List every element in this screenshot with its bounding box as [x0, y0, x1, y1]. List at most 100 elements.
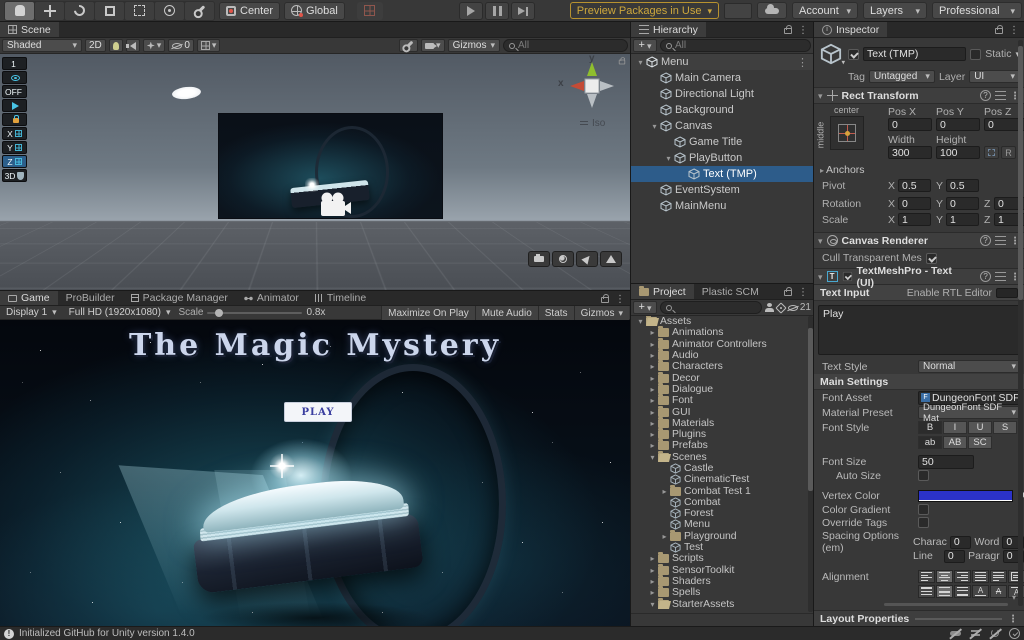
project-item[interactable]: Spells — [631, 587, 813, 598]
lock-icon[interactable] — [784, 28, 792, 34]
lock-icon[interactable] — [995, 28, 1003, 34]
scene-camera-dropdown[interactable] — [421, 39, 445, 52]
alignment-button[interactable] — [936, 585, 953, 598]
stats-button[interactable]: Stats — [538, 306, 574, 320]
hierarchy-item[interactable]: Main Camera — [631, 70, 813, 86]
game-gizmos-dropdown[interactable]: Gizmos — [574, 306, 629, 320]
layout-dropdown[interactable]: Professional — [932, 2, 1022, 19]
progrids-button[interactable] — [2, 71, 27, 84]
tool-button[interactable] — [5, 2, 34, 20]
project-item[interactable]: GUI — [631, 406, 813, 417]
alignment-button[interactable] — [972, 570, 989, 583]
font-case-button[interactable]: ab — [918, 436, 942, 449]
play-button[interactable] — [459, 2, 483, 20]
projection-mode-label[interactable]: Iso — [580, 118, 605, 129]
tool-button[interactable] — [65, 2, 94, 20]
width-field[interactable]: 300 — [888, 146, 932, 159]
expand-arrow[interactable] — [647, 362, 658, 371]
scale-x-field[interactable]: 1 — [898, 213, 931, 226]
static-checkbox[interactable] — [970, 49, 981, 60]
project-item[interactable]: Playground — [631, 531, 813, 542]
scrollbar-thumb[interactable] — [1018, 46, 1023, 301]
expand-arrow[interactable] — [647, 328, 658, 337]
status-message[interactable]: Initialized GitHub for Unity version 1.4… — [19, 628, 195, 639]
font-size-field[interactable]: 50 — [918, 455, 974, 469]
scene-search-input[interactable]: All — [503, 39, 628, 52]
game-view-tab[interactable]: Game — [0, 291, 58, 305]
lock-icon[interactable] — [601, 297, 609, 303]
scale-slider-knob[interactable] — [215, 309, 223, 317]
layers-dropdown[interactable]: Layers — [863, 2, 927, 19]
project-item[interactable]: Combat — [631, 497, 813, 508]
alignment-button[interactable] — [990, 570, 1007, 583]
progrids-button[interactable] — [2, 99, 27, 112]
alignment-button[interactable] — [990, 585, 1007, 598]
foldout-arrow[interactable] — [818, 271, 823, 283]
expand-arrow[interactable] — [647, 453, 658, 462]
more-icon[interactable] — [615, 293, 625, 305]
grid-snap-button[interactable] — [357, 2, 383, 20]
collab-box[interactable] — [724, 3, 752, 19]
project-item[interactable]: Animations — [631, 327, 813, 338]
tag-dropdown[interactable]: Untagged — [869, 70, 935, 83]
project-item[interactable]: Font — [631, 395, 813, 406]
cloud-button[interactable] — [757, 2, 787, 19]
gizmo-lock-icon[interactable] — [619, 60, 625, 65]
pause-button[interactable] — [485, 2, 509, 20]
font-case-button[interactable]: SC — [968, 436, 992, 449]
alignment-button[interactable] — [918, 585, 935, 598]
pos-x-field[interactable]: 0 — [888, 118, 932, 131]
toggle-lighting-button[interactable] — [109, 39, 123, 52]
project-item[interactable]: Scenes — [631, 452, 813, 463]
preview-packages-button[interactable]: Preview Packages in Use — [570, 2, 719, 19]
expand-arrow[interactable] — [635, 317, 646, 326]
rtl-toggle[interactable] — [996, 288, 1018, 298]
horizontal-scrollbar[interactable] — [884, 603, 1008, 606]
expand-arrow[interactable] — [647, 441, 658, 450]
game-view-tab[interactable]: ProBuilder — [58, 291, 123, 305]
effects-dropdown[interactable] — [143, 39, 166, 52]
pivot-center-button[interactable]: Center — [219, 2, 280, 20]
vertex-color-swatch[interactable] — [918, 490, 1013, 502]
project-item[interactable]: Forest — [631, 508, 813, 519]
more-icon[interactable] — [1008, 613, 1018, 625]
overlay-button[interactable] — [600, 251, 622, 267]
alignment-button[interactable] — [936, 570, 953, 583]
tab-project[interactable]: Project — [631, 284, 694, 299]
alignment-button[interactable] — [954, 570, 971, 583]
lock-icon[interactable] — [784, 290, 792, 296]
game-view-tab[interactable]: Timeline — [307, 291, 374, 305]
object-name-field[interactable]: Text (TMP) — [863, 47, 966, 61]
pivot-y-field[interactable]: 0.5 — [946, 179, 979, 192]
hierarchy-item[interactable]: Canvas — [631, 118, 813, 134]
cache-server-disabled-icon[interactable] — [969, 628, 982, 639]
hidden-objects-button[interactable]: 0 — [168, 39, 194, 52]
presets-icon[interactable] — [995, 272, 1006, 281]
hierarchy-item[interactable]: Game Title — [631, 134, 813, 150]
progrids-button[interactable]: 1 — [2, 57, 27, 70]
project-item[interactable]: Characters — [631, 361, 813, 372]
project-item[interactable]: Combat Test 1 — [631, 485, 813, 496]
display-dropdown[interactable]: Display 1 — [2, 306, 61, 319]
scale-y-field[interactable]: 1 — [946, 213, 979, 226]
hierarchy-item[interactable]: PlayButton — [631, 150, 813, 166]
scene-viewport[interactable]: 1 OFF — [0, 54, 630, 290]
layer-dropdown[interactable]: UI — [969, 70, 1020, 83]
layout-properties-bar[interactable]: Layout Properties — [814, 610, 1024, 626]
text-input-area[interactable]: Play — [818, 305, 1020, 355]
progress-idle-icon[interactable] — [1009, 628, 1020, 639]
component-enabled-checkbox[interactable] — [842, 272, 851, 281]
alignment-button[interactable] — [918, 570, 935, 583]
expand-arrow[interactable] — [647, 396, 658, 405]
color-gradient-checkbox[interactable] — [918, 504, 929, 515]
expand-arrow[interactable] — [647, 600, 658, 609]
expand-arrow[interactable] — [647, 351, 658, 360]
expand-arrow[interactable] — [647, 588, 658, 597]
blueprint-mode-button[interactable] — [984, 146, 999, 159]
foldout-arrow[interactable] — [818, 90, 823, 102]
help-icon[interactable] — [980, 90, 991, 101]
font-style-button[interactable]: B — [918, 421, 942, 434]
inspector-scrollbar[interactable] — [1018, 40, 1023, 606]
auto-size-checkbox[interactable] — [918, 470, 929, 481]
expand-arrow[interactable] — [647, 430, 658, 439]
